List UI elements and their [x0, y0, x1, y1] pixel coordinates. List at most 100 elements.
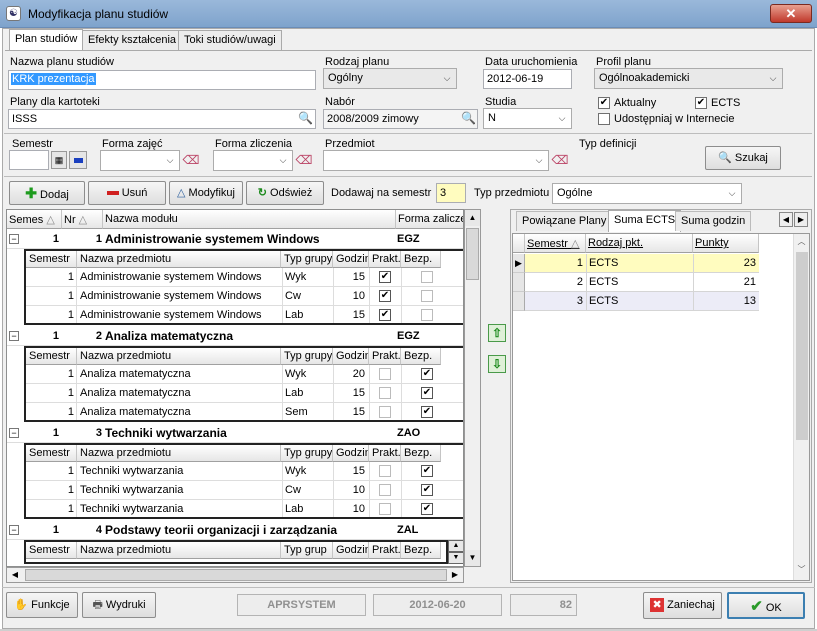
prakt-checkbox[interactable] [379, 503, 391, 515]
bezp-checkbox[interactable] [421, 271, 433, 283]
prakt-checkbox[interactable] [379, 484, 391, 496]
scroll-right-icon[interactable]: ▶ [447, 568, 463, 582]
rodzaj-select[interactable]: Ogólny ⌵ [323, 68, 457, 89]
prakt-checkbox[interactable] [379, 465, 391, 477]
profil-select[interactable]: Ogólnoakademicki ⌵ [594, 68, 783, 89]
subgrid-col-header[interactable]: Nazwa przedmiotu [77, 542, 281, 559]
udostepniaj-checkbox[interactable] [598, 113, 610, 125]
ects-scrollbar[interactable]: ︿ ﹀ [793, 234, 809, 580]
tab-scroll-right-icon[interactable]: ▶ [794, 212, 808, 227]
close-button[interactable]: ✕ [770, 4, 812, 23]
col-header-forma[interactable]: Forma zalicze [396, 210, 463, 229]
szukaj-button[interactable]: 🔍 Szukaj [705, 146, 781, 170]
kartoteki-input[interactable]: ISSS [8, 109, 316, 129]
aktualny-checkbox[interactable]: ✔ [598, 97, 610, 109]
scroll-up-icon[interactable]: ︿ [794, 236, 809, 250]
subgrid-col-header[interactable]: Bezp. [401, 251, 441, 268]
tab-powiazane-plany[interactable]: Powiązane Plany [516, 211, 613, 231]
bezp-checkbox[interactable]: ✔ [421, 368, 433, 380]
subgrid-col-header[interactable]: Nazwa przedmiotu [77, 348, 281, 365]
search-icon[interactable]: 🔍 [297, 110, 314, 127]
row-indicator[interactable] [513, 273, 525, 292]
funkcje-button[interactable]: ✋ Funkcje [6, 592, 78, 618]
subgrid-col-header[interactable]: Typ grupy [281, 445, 333, 462]
col-header-nazwa-modulu[interactable]: Nazwa modułu [103, 210, 396, 229]
main-grid-hscrollbar[interactable]: ◀ ▶ [6, 567, 464, 583]
dodaj-button[interactable]: ✚ Dodaj [9, 181, 85, 205]
clear-icon[interactable] [69, 151, 87, 169]
subject-subgrid[interactable]: Semestr Nazwa przedmiotu Typ grupy Godzin Pr… [24, 249, 463, 325]
subgrid-col-header[interactable]: Prakt. [369, 445, 401, 462]
prakt-checkbox[interactable] [379, 406, 391, 418]
subgrid-col-header[interactable]: Godzin [333, 348, 369, 365]
tab-scroll-left-icon[interactable]: ◀ [779, 212, 793, 227]
search-icon[interactable]: 🔍 [460, 110, 477, 127]
prakt-checkbox[interactable] [379, 368, 391, 380]
modyfikuj-button[interactable]: △ Modyfikuj [169, 181, 243, 205]
wydruki-button[interactable]: 🖶 Wydruki [82, 592, 156, 618]
semestr-filter-input[interactable] [9, 150, 49, 170]
subgrid-col-header[interactable]: Semestr [26, 542, 77, 559]
scroll-thumb[interactable] [466, 228, 479, 280]
bezp-checkbox[interactable]: ✔ [421, 484, 433, 496]
forma-zaliczenia-select[interactable]: ⌵ [213, 150, 293, 171]
col-header-punkty[interactable]: Punkty [693, 234, 759, 253]
bezp-checkbox[interactable] [421, 309, 433, 321]
forma-zajec-select[interactable]: ⌵ [100, 150, 180, 171]
col-header-semestr[interactable]: Semes △ [7, 210, 62, 229]
subgrid-col-header[interactable]: Semestr [26, 445, 77, 462]
eraser-icon[interactable]: ⌫ [551, 151, 569, 169]
zaniechaj-button[interactable]: ✖ Zaniechaj [643, 592, 722, 619]
subgrid-col-header[interactable]: Typ grupy [281, 251, 333, 268]
scroll-down-icon[interactable]: ▼ [448, 552, 463, 564]
subgrid-col-header[interactable]: Godzin [333, 251, 369, 268]
subgrid-col-header[interactable]: Bezp. [401, 445, 441, 462]
scroll-left-icon[interactable]: ◀ [7, 568, 23, 582]
bezp-checkbox[interactable] [421, 290, 433, 302]
data-input[interactable]: 2012-06-19 [483, 69, 572, 89]
subject-subgrid[interactable]: Semestr Nazwa przedmiotu Typ grupy Godzin Pr… [24, 346, 463, 422]
tab-suma-ects[interactable]: Suma ECTS [608, 210, 682, 232]
modules-grid[interactable]: Semes △ Nr △ Nazwa modułu Forma zalicze … [6, 209, 464, 567]
tab-efekty-ksztalcenia[interactable]: Efekty kształcenia [82, 30, 183, 50]
subgrid-col-header[interactable]: Bezp. [401, 348, 441, 365]
subject-subgrid[interactable]: Semestr Nazwa przedmiotu Typ grupy Godzin Pr… [24, 443, 463, 519]
nazwa-input[interactable]: KRK prezentacja [8, 70, 316, 90]
row-indicator[interactable]: ▶ [513, 254, 525, 273]
eraser-icon[interactable]: ⌫ [295, 151, 313, 169]
move-down-icon[interactable]: ⇩ [488, 355, 506, 373]
bezp-checkbox[interactable]: ✔ [421, 406, 433, 418]
row-indicator[interactable] [513, 292, 525, 311]
bezp-checkbox[interactable]: ✔ [421, 387, 433, 399]
subgrid-col-header[interactable]: Typ grup [281, 542, 333, 559]
subgrid-col-header[interactable]: Typ grupy [281, 348, 333, 365]
subgrid-col-header[interactable]: Semestr [26, 348, 77, 365]
bezp-checkbox[interactable]: ✔ [421, 503, 433, 515]
prakt-checkbox[interactable]: ✔ [379, 290, 391, 302]
subgrid-col-header[interactable]: Bezp. [401, 542, 441, 559]
typ-przedmiotu-select[interactable]: Ogólne ⌵ [552, 183, 742, 204]
dodawaj-input[interactable]: 3 [436, 183, 466, 203]
main-grid-scrollbar[interactable]: ▲ ▼ [464, 209, 481, 567]
tab-suma-godzin[interactable]: Suma godzin [675, 211, 752, 231]
scroll-down-icon[interactable]: ﹀ [794, 564, 809, 578]
subgrid-col-header[interactable]: Nazwa przedmiotu [77, 251, 281, 268]
ects-checkbox[interactable]: ✔ [695, 97, 707, 109]
tab-plan-studiow[interactable]: Plan studiów [9, 29, 84, 51]
subgrid-col-header[interactable]: Nazwa przedmiotu [77, 445, 281, 462]
ok-button[interactable]: ✔ OK [727, 592, 805, 619]
eraser-icon[interactable]: ⌫ [182, 151, 200, 169]
ects-grid[interactable]: Semestr △ Rodzaj pkt. Punkty ︿ ﹀ ▶ 1 ECTS 2… [512, 233, 810, 581]
subgrid-col-header[interactable]: Prakt. [369, 542, 401, 559]
nabor-input[interactable]: 2008/2009 zimowy [323, 109, 478, 129]
prakt-checkbox[interactable]: ✔ [379, 309, 391, 321]
tab-toki-studiow[interactable]: Toki studiów/uwagi [178, 30, 282, 50]
scroll-thumb[interactable] [796, 252, 808, 440]
col-header-nr[interactable]: Nr △ [62, 210, 103, 229]
subgrid-col-header[interactable]: Godzin [333, 542, 369, 559]
calculator-icon[interactable]: ▦ [51, 151, 67, 169]
scroll-up-icon[interactable]: ▲ [465, 210, 480, 226]
move-up-icon[interactable]: ⇧ [488, 324, 506, 342]
subgrid-col-header[interactable]: Prakt. [369, 348, 401, 365]
subject-subgrid[interactable]: Semestr Nazwa przedmiotu Typ grup Godzin Pra… [24, 540, 448, 564]
